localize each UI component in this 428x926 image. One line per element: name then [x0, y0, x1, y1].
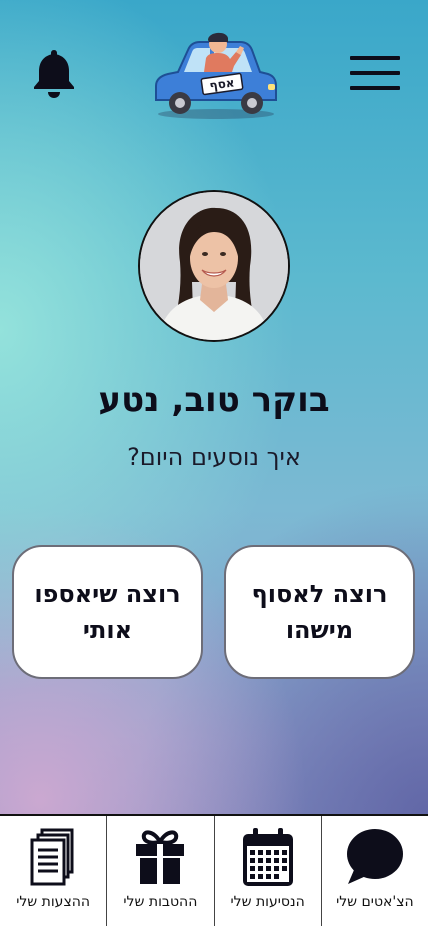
nav-item-my-offers[interactable]: ההצעות שלי: [0, 816, 108, 926]
nav-item-my-benefits[interactable]: ההטבות שלי: [107, 816, 215, 926]
bottom-navigation: ההצעות שלי ההטבות שלי הנסיעות שלי הצ'אטי…: [0, 814, 428, 926]
greeting-title: בוקר טוב, נטע: [98, 380, 330, 420]
nav-label-my-rides: הנסיעות שלי: [230, 894, 305, 910]
bell-icon: [34, 50, 74, 98]
nav-item-my-chats[interactable]: הצ'אטים שלי: [322, 816, 428, 926]
nav-label-my-offers: ההצעות שלי: [16, 894, 91, 910]
calendar-icon: [242, 828, 293, 886]
greeting-subtitle: איך נוסעים היום?: [127, 443, 301, 471]
pick-up-someone-label: רוצה לאסוף מישהו: [251, 580, 388, 644]
chat-bubble-icon: [346, 829, 403, 884]
profile-avatar[interactable]: [138, 190, 290, 342]
nav-label-my-benefits: ההטבות שלי: [123, 894, 198, 910]
get-picked-up-button[interactable]: רוצה שיאספו אותי: [12, 545, 203, 679]
get-picked-up-label: רוצה שיאספו אותי: [34, 580, 181, 644]
nav-label-my-chats: הצ'אטים שלי: [336, 894, 414, 910]
notification-bell-button[interactable]: [30, 46, 78, 100]
documents-icon: [30, 828, 74, 886]
gift-icon: [136, 830, 185, 884]
hamburger-menu-icon: [348, 56, 404, 92]
nav-item-my-rides[interactable]: הנסיעות שלי: [215, 816, 322, 926]
menu-button[interactable]: [348, 56, 404, 92]
pick-up-someone-button[interactable]: רוצה לאסוף מישהו: [224, 545, 415, 679]
app-logo: אסף: [148, 28, 282, 122]
